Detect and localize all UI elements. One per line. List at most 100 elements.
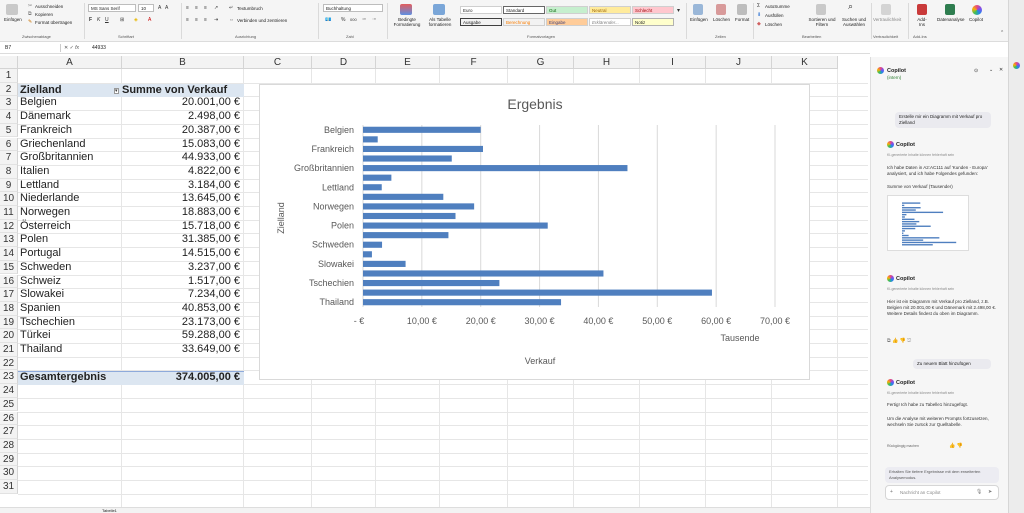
delete-cells-button[interactable]: Löschen — [713, 17, 730, 22]
row-header[interactable]: 10 — [0, 192, 18, 206]
cell-country[interactable]: Belgien — [20, 96, 112, 110]
row-header[interactable]: 1 — [0, 69, 18, 83]
row-header[interactable]: 2 — [0, 82, 18, 97]
total-value[interactable]: 374.005,00 € — [116, 371, 240, 385]
orientation-icon[interactable]: ↗ — [214, 5, 218, 11]
cell-value[interactable]: 3.237,00 € — [116, 261, 240, 275]
row-header[interactable]: 6 — [0, 137, 18, 152]
sensitivity-button[interactable]: Vertraulichkeit — [873, 17, 901, 22]
cell-value[interactable]: 2.498,00 € — [116, 110, 240, 124]
column-header-g[interactable]: G — [508, 56, 574, 69]
addins-button[interactable]: Add-Ins — [915, 17, 929, 27]
row-header[interactable]: 26 — [0, 411, 18, 426]
paste-icon[interactable] — [6, 4, 18, 15]
ribbon-collapse-icon[interactable]: ⌃ — [1000, 30, 1004, 36]
row-header[interactable]: 24 — [0, 384, 18, 398]
cell-country[interactable]: Österreich — [20, 220, 112, 234]
cell-value[interactable]: 13.645,00 € — [116, 192, 240, 206]
name-box[interactable]: B7 — [3, 44, 61, 52]
sort-filter-icon[interactable] — [816, 4, 826, 15]
conditional-format-icon[interactable] — [400, 4, 412, 15]
accounting-icon[interactable]: 💶 — [325, 17, 331, 23]
sheet-tab[interactable]: Tabelle1 — [102, 508, 117, 513]
plus-icon[interactable]: + — [890, 489, 893, 495]
pivot-header-value[interactable]: Summe von Verkauf — [122, 84, 246, 98]
font-color-icon[interactable]: A — [148, 17, 151, 23]
align-left-icon[interactable]: ≡ — [186, 17, 189, 23]
cell-value[interactable]: 44.933,00 € — [116, 151, 240, 165]
row-header[interactable]: 25 — [0, 397, 18, 412]
filter-dropdown-icon[interactable]: ▾ — [114, 88, 119, 94]
number-format-combo[interactable]: Buchhaltung — [323, 4, 383, 12]
cell-country[interactable]: Spanien — [20, 302, 112, 316]
cell-value[interactable]: 18.883,00 € — [116, 206, 240, 220]
row-header[interactable]: 20 — [0, 329, 18, 343]
column-header-j[interactable]: J — [706, 56, 772, 69]
insert-cells-button[interactable]: Einfügen — [690, 17, 708, 22]
cell-value[interactable]: 1.517,00 € — [116, 275, 240, 289]
bold-button[interactable]: F — [89, 17, 92, 23]
row-header[interactable]: 17 — [0, 288, 18, 302]
style-ausgabe[interactable]: Ausgabe — [460, 18, 502, 26]
row-header[interactable]: 8 — [0, 164, 18, 179]
format-table-icon[interactable] — [433, 4, 445, 15]
cell-country[interactable]: Tschechien — [20, 316, 112, 330]
autosum-button[interactable]: AutoSumme — [765, 4, 790, 9]
style-eingabe[interactable]: Eingabe — [546, 18, 588, 26]
column-header-k[interactable]: K — [772, 56, 838, 69]
font-name-combo[interactable]: MS Sans Serif — [88, 4, 136, 12]
cell-value[interactable]: 20.387,00 € — [116, 124, 240, 138]
column-header-b[interactable]: B — [122, 56, 244, 69]
grow-font-icon[interactable]: A — [158, 5, 161, 11]
addins-icon[interactable] — [917, 4, 927, 15]
border-icon[interactable]: ⊞ — [120, 17, 124, 23]
cell-country[interactable]: Dänemark — [20, 110, 112, 124]
pivot-header-zielland[interactable]: Zielland — [20, 84, 112, 98]
cell-value[interactable]: 14.515,00 € — [116, 247, 240, 261]
format-table-button[interactable]: Als Tabelle formatieren — [425, 17, 455, 27]
row-header[interactable]: 28 — [0, 438, 18, 453]
copilot-ribbon-icon[interactable] — [972, 5, 982, 15]
fill-color-icon[interactable]: ◈ — [134, 17, 138, 23]
cell-value[interactable]: 4.822,00 € — [116, 165, 240, 179]
cell-country[interactable]: Polen — [20, 233, 112, 247]
cell-country[interactable]: Lettland — [20, 179, 112, 193]
style-euro[interactable]: Euro — [460, 6, 502, 14]
cell-value[interactable]: 7.234,00 € — [116, 288, 240, 302]
increase-decimal-icon[interactable]: ⁺⁰ — [362, 17, 366, 23]
copilot-ribbon-button[interactable]: Copilot — [969, 17, 983, 22]
style-berechnung[interactable]: Berechnung — [503, 18, 545, 26]
send-icon[interactable]: ➤ — [988, 489, 992, 495]
cell-value[interactable]: 40.853,00 € — [116, 302, 240, 316]
copy-response-icon[interactable]: ⧉ 👍 👎 ⎋ — [887, 338, 911, 344]
sort-filter-button[interactable]: Sortieren und Filtern — [806, 17, 838, 27]
clear-button[interactable]: Löschen — [765, 22, 782, 27]
column-header-c[interactable]: C — [244, 56, 312, 69]
row-header[interactable]: 15 — [0, 260, 18, 275]
style-notiz[interactable]: Notiz — [632, 18, 674, 26]
row-header[interactable]: 13 — [0, 233, 18, 248]
row-header[interactable]: 7 — [0, 151, 18, 165]
wrap-text-button[interactable]: Textumbruch — [237, 6, 263, 11]
conditional-format-button[interactable]: Bedingte Formatierung — [390, 17, 424, 27]
cell-value[interactable]: 15.083,00 € — [116, 138, 240, 152]
row-header[interactable]: 30 — [0, 466, 18, 480]
find-select-button[interactable]: Suchen und Auswählen — [839, 17, 869, 27]
cell-country[interactable]: Griechenland — [20, 138, 112, 152]
cell-value[interactable]: 59.288,00 € — [116, 329, 240, 343]
cell-value[interactable]: 15.718,00 € — [116, 220, 240, 234]
align-center-icon[interactable]: ≡ — [195, 17, 198, 23]
cell-country[interactable]: Schweden — [20, 261, 112, 275]
indent-icon[interactable]: ⇥ — [214, 17, 218, 23]
row-header[interactable]: 21 — [0, 343, 18, 357]
row-header[interactable]: 16 — [0, 274, 18, 289]
styles-scroll-icon[interactable]: ▾ — [677, 8, 680, 14]
row-header[interactable]: 27 — [0, 425, 18, 439]
cell-value[interactable]: 33.649,00 € — [116, 343, 240, 357]
font-size-combo[interactable]: 10 — [138, 4, 154, 12]
formula-input[interactable]: 44933 — [92, 44, 106, 52]
cell-country[interactable]: Norwegen — [20, 206, 112, 220]
style-gut[interactable]: Gut — [546, 6, 588, 14]
italic-button[interactable]: K — [97, 17, 100, 23]
copilot-input-box[interactable]: + Nachricht an Copilot 🎙 ➤ — [885, 485, 999, 500]
